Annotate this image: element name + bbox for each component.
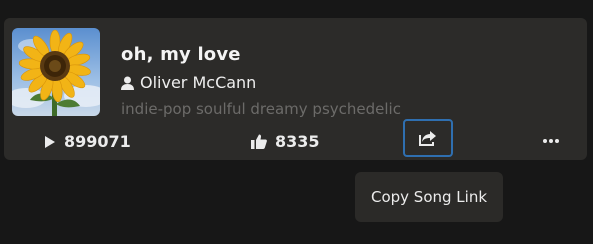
song-title[interactable]: oh, my love xyxy=(121,44,241,65)
tooltip-text: Copy Song Link xyxy=(370,188,488,206)
album-cover[interactable] xyxy=(12,28,100,116)
artist-name: Oliver McCann xyxy=(140,73,257,92)
more-options-button[interactable] xyxy=(539,132,563,150)
sunflower-artwork xyxy=(12,28,100,116)
like-count: 8335 xyxy=(275,132,320,151)
song-tags: indie-pop soulful dreamy psychedelic xyxy=(121,100,401,118)
share-icon xyxy=(419,131,436,146)
thumbs-up-icon xyxy=(251,134,267,149)
like-button[interactable]: 8335 xyxy=(251,132,320,151)
play-count: 899071 xyxy=(64,132,131,151)
play-button[interactable]: 899071 xyxy=(44,132,131,151)
artist-row[interactable]: Oliver McCann xyxy=(121,73,256,92)
user-icon xyxy=(121,76,134,90)
play-icon xyxy=(45,135,55,148)
song-card: oh, my love Oliver McCann indie-pop soul… xyxy=(4,18,587,160)
more-icon xyxy=(543,139,559,143)
share-button[interactable] xyxy=(403,119,453,157)
copy-link-tooltip: Copy Song Link xyxy=(355,172,503,222)
